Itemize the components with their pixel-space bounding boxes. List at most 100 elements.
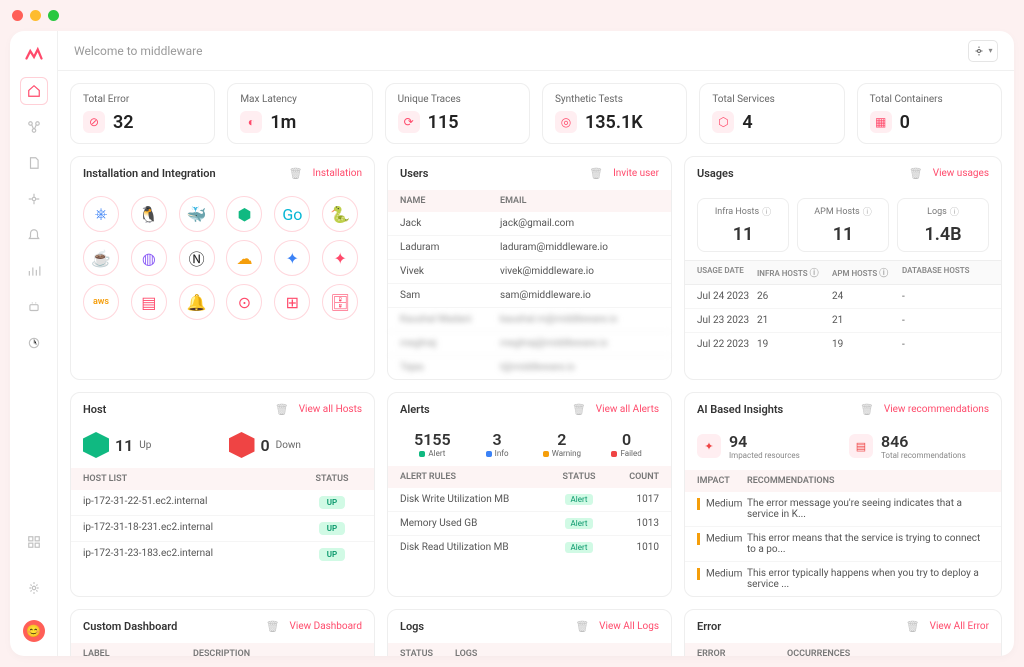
table-row: meghrajmeghraj@middleware.io <box>388 332 671 356</box>
install-aws-icon[interactable]: aws <box>83 284 119 320</box>
dot-icon <box>543 451 549 457</box>
traffic-max[interactable] <box>48 10 59 21</box>
user-avatar[interactable]: 😊 <box>23 620 45 642</box>
window-traffic-lights <box>0 0 1024 31</box>
installation-link[interactable]: Installation <box>313 168 362 179</box>
install-integration-icon[interactable]: ⊞ <box>274 284 310 320</box>
trash-icon[interactable]: 🗑 <box>266 620 280 633</box>
trash-icon[interactable]: 🗑 <box>289 167 303 180</box>
info-icon[interactable]: ⓘ <box>810 269 819 279</box>
sidebar-item-synthetics[interactable] <box>20 293 48 321</box>
sidebar-item-apps[interactable] <box>20 528 48 556</box>
table-row[interactable]: MediumThis error typically happens when … <box>685 562 1001 596</box>
table-row[interactable]: Disk Write Utilization MBAlert1017 <box>388 488 671 512</box>
column-header: ERROR <box>697 649 787 656</box>
alert-badge: Alert <box>565 518 594 529</box>
sidebar-item-logs[interactable] <box>20 149 48 177</box>
install-integration-icon[interactable]: 🔔 <box>179 284 215 320</box>
dot-icon <box>486 451 492 457</box>
column-header: LOGS <box>455 649 659 656</box>
sidebar-item-infra[interactable] <box>20 113 48 141</box>
kpi-title: Synthetic Tests <box>555 94 674 105</box>
table-row[interactable]: Jackjack@gmail.com <box>388 212 671 236</box>
column-header: OCCURRENCES <box>787 649 989 656</box>
alerts-panel: Alerts 🗑 View all Alerts 5155Alert 3Info… <box>387 392 672 597</box>
view-all-hosts-link[interactable]: View all Hosts <box>299 404 362 415</box>
integration-grid: ⎈ 🐧 🐳 ⬢ Go 🐍 ☕ ◍ Ⓝ ☁ ✦ ✦ aws ▤ <box>71 190 374 332</box>
install-integration-icon[interactable]: ✦ <box>322 240 358 276</box>
topbar: Welcome to middleware ▾ <box>58 31 1014 71</box>
table-row[interactable]: ip-172-31-22-51.ec2.internalUP <box>71 490 374 516</box>
table-row[interactable]: Jul 24 20232624- <box>685 285 1001 309</box>
trash-icon[interactable]: 🗑 <box>575 620 589 633</box>
table-row[interactable]: ip-172-31-18-231.ec2.internalUP <box>71 516 374 542</box>
trash-icon[interactable]: 🗑 <box>589 167 603 180</box>
table-row[interactable]: MediumThe error message you're seeing in… <box>685 492 1001 527</box>
sidebar-item-dashboards[interactable] <box>20 257 48 285</box>
settings-dropdown-button[interactable]: ▾ <box>968 40 998 62</box>
info-icon[interactable]: ⓘ <box>863 205 872 218</box>
insights-panel: AI Based Insights 🗑 View recommendations… <box>684 392 1002 597</box>
install-integration-icon[interactable]: ▤ <box>131 284 167 320</box>
table-row[interactable]: Disk Read Utilization MBAlert1010 <box>388 536 671 559</box>
table-row[interactable]: MediumThis error means that the service … <box>685 527 1001 562</box>
trash-icon[interactable]: 🗑 <box>909 167 923 180</box>
custom-dashboard-panel: Custom Dashboard 🗑 View Dashboard LABELD… <box>70 609 375 656</box>
info-icon[interactable]: ⓘ <box>879 269 888 279</box>
install-linux-icon[interactable]: 🐧 <box>131 196 167 232</box>
sidebar-item-home[interactable] <box>20 77 48 105</box>
install-node-icon[interactable]: ⬢ <box>226 196 262 232</box>
trash-icon[interactable]: 🗑 <box>860 403 874 416</box>
info-icon[interactable]: ⓘ <box>950 205 959 218</box>
install-integration-icon[interactable]: ⊙ <box>226 284 262 320</box>
view-dashboard-link[interactable]: View Dashboard <box>290 621 362 632</box>
trash-icon[interactable]: 🗑 <box>906 620 920 633</box>
sidebar: 😊 <box>10 31 58 656</box>
table-row[interactable]: ip-172-31-23-183.ec2.internalUP <box>71 542 374 567</box>
impact-bar-icon <box>697 498 700 510</box>
view-all-alerts-link[interactable]: View all Alerts <box>596 404 659 415</box>
users-panel: Users 🗑 Invite user NAMEEMAIL Jackjack@g… <box>387 156 672 380</box>
row-3: Host 🗑 View all Hosts 11Up 0Down HOST LI… <box>70 392 1002 597</box>
panel-title: Custom Dashboard <box>83 620 177 633</box>
sidebar-item-alerts[interactable] <box>20 221 48 249</box>
install-integration-icon[interactable]: 🗄 <box>322 284 358 320</box>
sidebar-item-settings[interactable] <box>20 574 48 602</box>
install-php-icon[interactable]: ◍ <box>131 240 167 276</box>
table-row[interactable]: Vivekvivek@middleware.io <box>388 260 671 284</box>
install-docker-icon[interactable]: 🐳 <box>179 196 215 232</box>
view-usages-link[interactable]: View usages <box>933 168 989 179</box>
usages-panel: Usages 🗑 View usages Infra Hostsⓘ11 APM … <box>684 156 1002 380</box>
traffic-close[interactable] <box>12 10 23 21</box>
install-java-icon[interactable]: ☕ <box>83 240 119 276</box>
install-nextjs-icon[interactable]: Ⓝ <box>179 240 215 276</box>
panel-title: Users <box>400 167 428 180</box>
install-integration-icon[interactable]: ✦ <box>274 240 310 276</box>
trash-icon[interactable]: 🗑 <box>572 403 586 416</box>
table-row[interactable]: Jul 23 20232121- <box>685 309 1001 333</box>
kpi-title: Max Latency <box>240 94 359 105</box>
view-all-logs-link[interactable]: View All Logs <box>599 621 659 632</box>
table-row[interactable]: Memory Used GBAlert1013 <box>388 512 671 536</box>
sidebar-item-traces[interactable] <box>20 185 48 213</box>
table-row[interactable]: Samsam@middleware.io <box>388 284 671 308</box>
sidebar-item-rum[interactable] <box>20 329 48 357</box>
panel-title: Error <box>697 620 721 633</box>
table-row[interactable]: Laduramladuram@middleware.io <box>388 236 671 260</box>
hex-down-icon <box>229 432 255 458</box>
traffic-min[interactable] <box>30 10 41 21</box>
install-kubernetes-icon[interactable]: ⎈ <box>83 196 119 232</box>
impact-bar-icon <box>697 533 700 545</box>
install-cloudflare-icon[interactable]: ☁ <box>226 240 262 276</box>
main-content: Welcome to middleware ▾ Total Error ⊘32 … <box>58 31 1014 656</box>
invite-user-link[interactable]: Invite user <box>613 168 659 179</box>
table-row[interactable]: Jul 22 20231919- <box>685 333 1001 356</box>
install-python-icon[interactable]: 🐍 <box>322 196 358 232</box>
info-icon[interactable]: ⓘ <box>762 205 771 218</box>
trash-icon[interactable]: 🗑 <box>275 403 289 416</box>
kpi-total-services: Total Services ⬡4 <box>699 83 844 144</box>
view-recommendations-link[interactable]: View recommendations <box>884 404 989 415</box>
column-header: RECOMMENDATIONS <box>747 476 989 486</box>
install-golang-icon[interactable]: Go <box>274 196 310 232</box>
view-all-error-link[interactable]: View All Error <box>930 621 989 632</box>
